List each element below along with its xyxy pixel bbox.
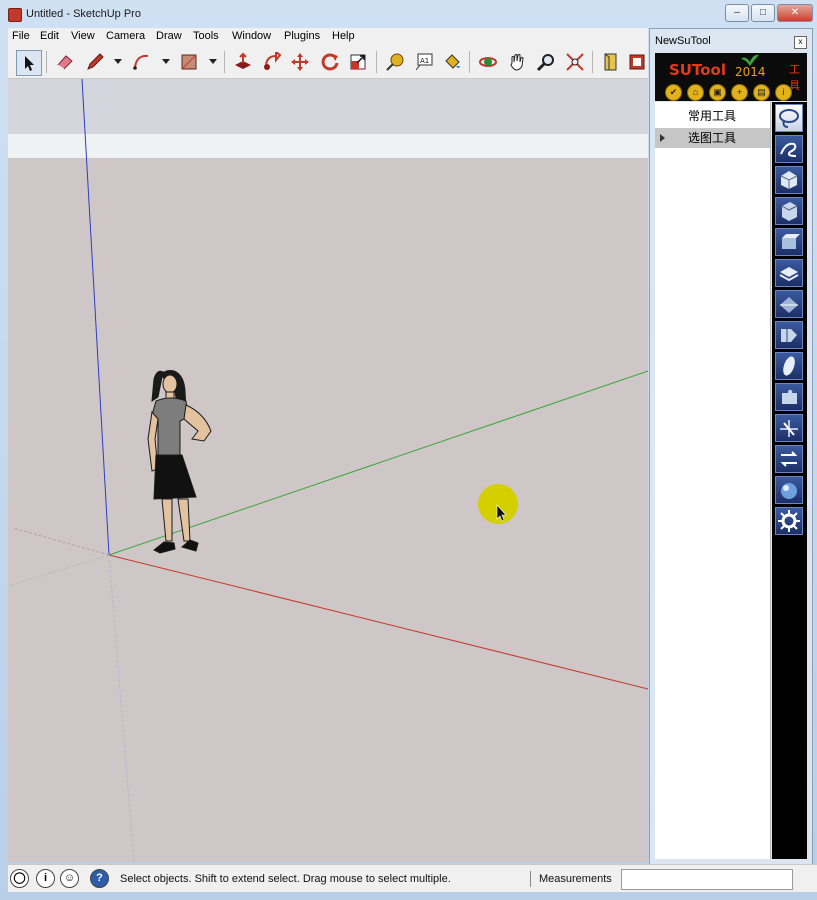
- panel-title: NewSuTool: [655, 35, 711, 47]
- delete-icon[interactable]: ▣: [709, 84, 726, 101]
- menu-window[interactable]: Window: [232, 30, 271, 42]
- shape-dropdown-arrow[interactable]: [209, 59, 217, 64]
- help-icon[interactable]: ?: [90, 869, 109, 888]
- cube-icon[interactable]: [775, 166, 803, 194]
- menu-tools[interactable]: Tools: [193, 30, 219, 42]
- puzzle-icon[interactable]: [775, 383, 803, 411]
- status-bar: ◯ i ☺ ? Select objects. Shift to extend …: [8, 864, 817, 893]
- minimize-button[interactable]: –: [725, 4, 749, 22]
- add-icon[interactable]: +: [731, 84, 748, 101]
- arc-icon[interactable]: [130, 50, 154, 74]
- maximize-button[interactable]: □: [751, 4, 775, 22]
- eraser-icon[interactable]: [53, 50, 77, 74]
- window-bottom-border: [0, 892, 817, 900]
- menu-help[interactable]: Help: [332, 30, 355, 42]
- mirror-icon[interactable]: [775, 321, 803, 349]
- status-message: Select objects. Shift to extend select. …: [120, 873, 451, 885]
- orbit-icon[interactable]: [476, 50, 500, 74]
- svg-text:A1: A1: [420, 57, 429, 65]
- menu-bar: File Edit View Camera Draw Tools Window …: [8, 28, 648, 46]
- green-axis-negative: [8, 554, 110, 587]
- rectangle-icon[interactable]: [177, 50, 201, 74]
- arc-dropdown-arrow[interactable]: [162, 59, 170, 64]
- sphere-icon[interactable]: [775, 476, 803, 504]
- tree-item-label: 选图工具: [688, 131, 737, 145]
- blue-axis-negative: [108, 554, 135, 862]
- components-icon[interactable]: [627, 50, 647, 74]
- pencil-line-icon[interactable]: [83, 50, 107, 74]
- plugin-icon-bar: [772, 102, 807, 859]
- follow-me-icon[interactable]: [260, 50, 284, 74]
- menu-draw[interactable]: Draw: [156, 30, 182, 42]
- pan-hand-icon[interactable]: [505, 50, 529, 74]
- sutool-year: 2014: [735, 65, 766, 79]
- section-plane-icon[interactable]: [599, 50, 623, 74]
- close-window-button[interactable]: ✕: [777, 4, 813, 22]
- geo-location-icon[interactable]: ◯: [10, 869, 29, 888]
- status-divider: [530, 871, 531, 887]
- info-icon[interactable]: i: [775, 84, 792, 101]
- home-icon[interactable]: ⌂: [687, 84, 704, 101]
- newsutool-panel: NewSuTool x SUTool 2014 工具 ✔ ⌂ ▣ + ▤ i 常…: [649, 28, 813, 866]
- plane-icon[interactable]: [775, 290, 803, 318]
- move-icon[interactable]: [288, 50, 312, 74]
- window-title: Untitled - SketchUp Pro: [26, 8, 141, 20]
- scale-figure: [147, 370, 212, 554]
- solid-icon[interactable]: [775, 228, 803, 256]
- panel-close-button[interactable]: x: [794, 36, 807, 49]
- push-pull-icon[interactable]: [231, 50, 255, 74]
- blue-axis: [81, 79, 110, 556]
- red-axis-negative: [12, 527, 110, 556]
- stack-icon[interactable]: [775, 259, 803, 287]
- select-arrow-icon[interactable]: [16, 50, 42, 76]
- tree-item-common-tools[interactable]: 常用工具: [655, 106, 770, 126]
- menu-camera[interactable]: Camera: [106, 30, 145, 42]
- expand-arrow-icon[interactable]: [660, 134, 665, 142]
- user-account-icon[interactable]: ☺: [60, 869, 79, 888]
- sutool-logo: SUTool: [669, 61, 726, 79]
- tool-category-tree: 常用工具 选图工具: [655, 102, 771, 859]
- zoom-icon[interactable]: [534, 50, 558, 74]
- measurements-field[interactable]: [621, 869, 793, 890]
- lasso-icon[interactable]: [775, 104, 803, 132]
- paint-bucket-icon[interactable]: [440, 50, 464, 74]
- menu-plugins[interactable]: Plugins: [284, 30, 320, 42]
- arrows-icon[interactable]: [775, 445, 803, 473]
- scissors-icon[interactable]: [775, 414, 803, 442]
- sutool-label: 工具: [789, 64, 800, 92]
- menu-file[interactable]: File: [12, 30, 30, 42]
- red-axis: [108, 554, 648, 690]
- measurements-label: Measurements: [539, 873, 612, 885]
- tree-item-selection-tools[interactable]: 选图工具: [655, 128, 770, 148]
- curve-icon[interactable]: [775, 135, 803, 163]
- confirm-icon[interactable]: ✔: [665, 84, 682, 101]
- main-toolbar: A1: [8, 46, 648, 79]
- save-icon[interactable]: ▤: [753, 84, 770, 101]
- tape-measure-icon[interactable]: [383, 50, 407, 74]
- gear-icon[interactable]: [775, 507, 803, 535]
- application-window: Untitled - SketchUp Pro – □ ✕ File Edit …: [0, 0, 817, 900]
- scale-icon[interactable]: [346, 50, 370, 74]
- sutool-banner: SUTool 2014 工具 ✔ ⌂ ▣ + ▤ i: [655, 53, 807, 101]
- menu-edit[interactable]: Edit: [40, 30, 59, 42]
- zoom-extents-icon[interactable]: [563, 50, 587, 74]
- title-bar: Untitled - SketchUp Pro – □ ✕: [0, 0, 817, 28]
- modeling-viewport[interactable]: [8, 79, 648, 862]
- surface-icon[interactable]: [775, 352, 803, 380]
- line-dropdown-arrow[interactable]: [114, 59, 122, 64]
- menu-view[interactable]: View: [71, 30, 95, 42]
- rotate-icon[interactable]: [318, 50, 342, 74]
- box-icon[interactable]: [775, 197, 803, 225]
- text-label-icon[interactable]: A1: [412, 50, 436, 74]
- scene-canvas: [8, 79, 648, 862]
- sketchup-app-icon: [8, 8, 22, 22]
- credits-icon[interactable]: i: [36, 869, 55, 888]
